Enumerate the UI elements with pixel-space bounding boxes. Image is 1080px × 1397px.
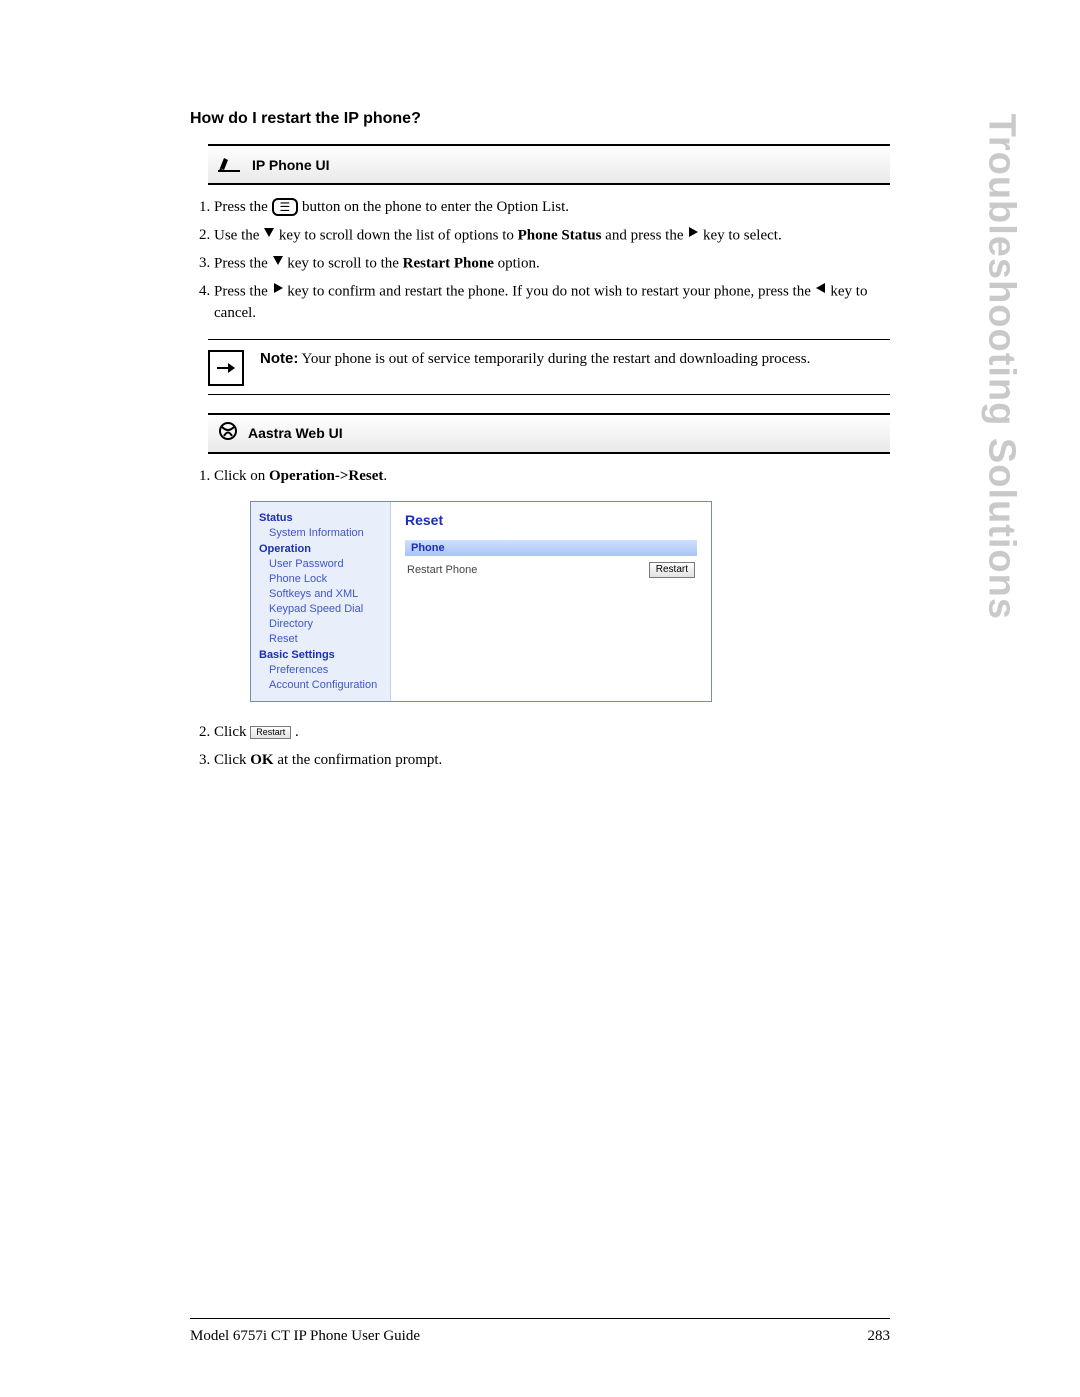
webui-title: Reset — [405, 512, 697, 528]
sidebar-item-directory[interactable]: Directory — [269, 618, 384, 630]
sidebar-item-phone-lock[interactable]: Phone Lock — [269, 573, 384, 585]
sidebar-item-user-password[interactable]: User Password — [269, 558, 384, 570]
right-arrow-icon — [272, 280, 284, 302]
webui-screenshot: Status System Information Operation User… — [250, 501, 712, 702]
options-button-icon: ☰ — [272, 198, 299, 216]
down-arrow-icon — [272, 252, 284, 274]
step-2: Use the key to scroll down the list of o… — [214, 225, 890, 247]
section-label: IP Phone UI — [252, 157, 330, 173]
web-ui-steps: Click on Operation->Reset. — [190, 466, 890, 488]
web-step-2: Click Restart . — [214, 722, 890, 744]
webui-main: Reset Phone Restart Phone Restart — [391, 502, 711, 701]
section-label: Aastra Web UI — [248, 425, 343, 441]
page-heading: How do I restart the IP phone? — [190, 110, 890, 128]
right-arrow-icon — [687, 224, 699, 246]
down-arrow-icon — [263, 224, 275, 246]
sidebar-group-operation: Operation — [259, 543, 384, 555]
globe-icon — [218, 421, 238, 446]
hand-writing-icon — [218, 152, 242, 177]
note-arrow-icon — [208, 350, 244, 386]
phone-ui-steps: Press the ☰ button on the phone to enter… — [190, 197, 890, 325]
webui-row-label: Restart Phone — [407, 564, 477, 576]
section-ip-phone-ui: IP Phone UI — [208, 144, 890, 185]
sidebar-group-basic-settings: Basic Settings — [259, 649, 384, 661]
step-1: Press the ☰ button on the phone to enter… — [214, 197, 890, 219]
sidebar-item-keypad-speed-dial[interactable]: Keypad Speed Dial — [269, 603, 384, 615]
sidebar-item-preferences[interactable]: Preferences — [269, 664, 384, 676]
footer-page-number: 283 — [868, 1328, 891, 1345]
left-arrow-icon — [815, 280, 827, 302]
footer-left: Model 6757i CT IP Phone User Guide — [190, 1328, 420, 1345]
page-footer: Model 6757i CT IP Phone User Guide 283 — [190, 1328, 890, 1345]
web-step-3: Click OK at the confirmation prompt. — [214, 750, 890, 772]
sidebar-item-reset[interactable]: Reset — [269, 633, 384, 645]
sidebar-item-account-configuration[interactable]: Account Configuration — [269, 679, 384, 691]
sidebar-group-status: Status — [259, 512, 384, 524]
sidebar-item-system-information[interactable]: System Information — [269, 527, 384, 539]
note-text: Your phone is out of service temporarily… — [302, 351, 811, 367]
webui-row-restart: Restart Phone Restart — [405, 556, 697, 578]
web-ui-steps-cont: Click Restart . Click OK at the confirma… — [190, 722, 890, 772]
inline-restart-button-icon: Restart — [250, 726, 291, 739]
web-step-1: Click on Operation->Reset. — [214, 466, 890, 488]
side-tab-title: Troubleshooting Solutions — [979, 114, 1022, 620]
section-aastra-web-ui: Aastra Web UI — [208, 413, 890, 454]
footer-rule — [190, 1318, 890, 1319]
webui-sidebar: Status System Information Operation User… — [251, 502, 391, 701]
note-block: Note: Your phone is out of service tempo… — [208, 339, 890, 395]
step-4: Press the key to confirm and restart the… — [214, 281, 890, 325]
webui-subheader: Phone — [405, 540, 697, 556]
sidebar-item-softkeys-xml[interactable]: Softkeys and XML — [269, 588, 384, 600]
note-label: Note: — [260, 350, 298, 367]
restart-button[interactable]: Restart — [649, 562, 695, 578]
step-3: Press the key to scroll to the Restart P… — [214, 253, 890, 275]
